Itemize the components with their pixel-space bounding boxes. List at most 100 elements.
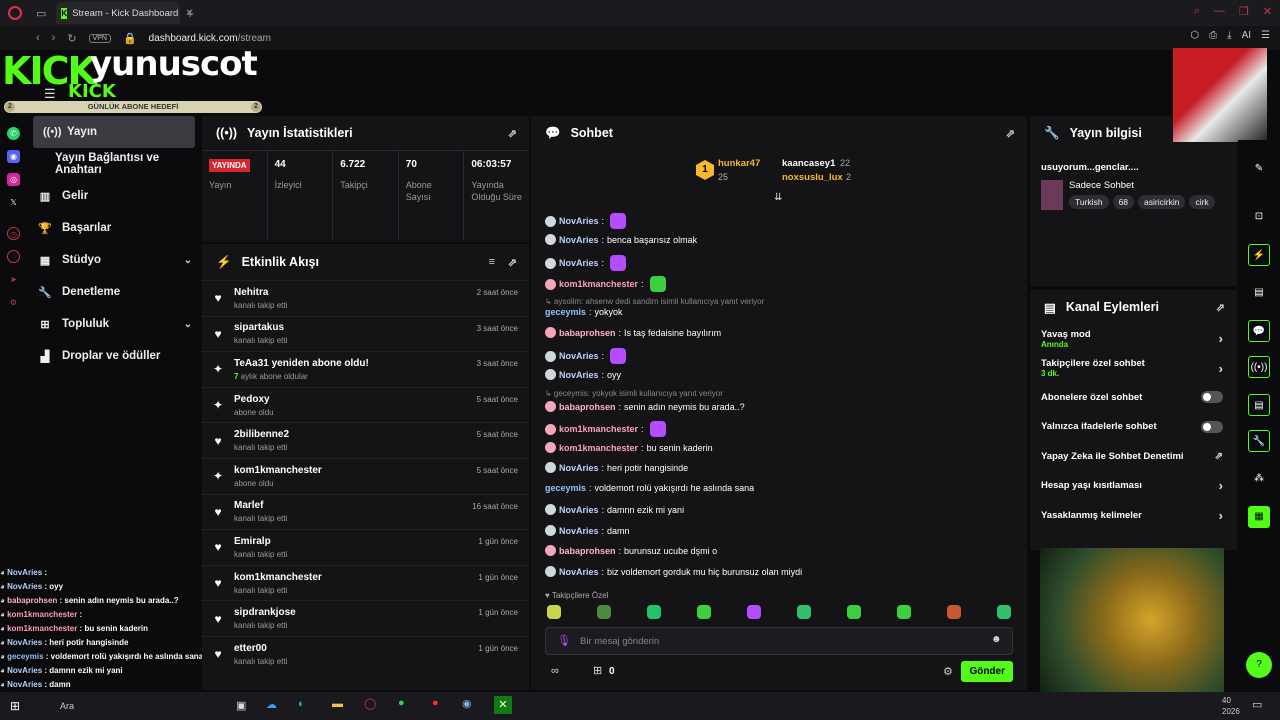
- popout-icon[interactable]: ⇗: [508, 256, 517, 269]
- stream-tag[interactable]: cirk: [1189, 195, 1215, 209]
- speed-dial-icon[interactable]: ◌: [7, 250, 20, 263]
- activity-item[interactable]: ♥ etter00 kanalı takip etti 1 gün önce: [202, 635, 529, 672]
- emote-picker-icon[interactable]: [547, 605, 561, 619]
- chevron-down-icon[interactable]: ⌄: [184, 319, 192, 330]
- cloud-app-icon[interactable]: ☁: [266, 698, 277, 711]
- chevron-down-icon[interactable]: ⌄: [184, 255, 192, 266]
- reload-icon[interactable]: ↻: [67, 32, 76, 45]
- back-icon[interactable]: ‹: [36, 32, 40, 44]
- popout-icon[interactable]: ⇗: [1216, 301, 1225, 314]
- gift-icon[interactable]: ⊞: [593, 664, 602, 677]
- browser-tab[interactable]: K Stream - Kick Dashboard ✕: [56, 2, 194, 24]
- spotify-icon[interactable]: ●: [398, 697, 405, 709]
- chat-username[interactable]: NovAries: [559, 370, 599, 380]
- chat-username[interactable]: NovAries: [559, 505, 599, 515]
- actions-tool-icon[interactable]: ▤: [1248, 394, 1270, 416]
- activity-item[interactable]: ✦ kom1kmanchester abone oldu 5 saat önce: [202, 457, 529, 494]
- edit-icon[interactable]: ✎: [1248, 158, 1270, 180]
- maximize-icon[interactable]: ❐: [1239, 5, 1249, 18]
- discord-icon[interactable]: ◉: [7, 150, 20, 163]
- chat-username[interactable]: NovAries: [559, 216, 599, 226]
- chat-username[interactable]: kom1kmanchester: [559, 443, 638, 453]
- whatsapp-icon[interactable]: ✆: [7, 127, 20, 140]
- chat-username[interactable]: babaprohsen: [559, 546, 616, 556]
- popout-icon[interactable]: ⇗: [508, 127, 517, 140]
- chat-username[interactable]: babaprohsen: [559, 402, 616, 412]
- activity-item[interactable]: ♥ 2bilibenne2 kanalı takip etti 5 saat önce: [202, 422, 529, 458]
- channel-action[interactable]: Yalnızca ifadelerle sohbet: [1030, 412, 1237, 441]
- chat-username[interactable]: NovAries: [559, 567, 599, 577]
- nav-item-studio[interactable]: ▦ Stüdyo ⌄: [28, 244, 200, 276]
- emote-picker-icon[interactable]: [647, 605, 661, 619]
- gifter-name[interactable]: kaancasey1: [782, 158, 835, 169]
- notes-icon[interactable]: ▤: [1248, 282, 1270, 304]
- explorer-icon[interactable]: ▬: [332, 698, 343, 710]
- stream-tag[interactable]: 68: [1112, 195, 1135, 209]
- broadcast-tool-icon[interactable]: ((•)): [1248, 356, 1270, 378]
- opera-taskbar-icon[interactable]: ◯: [364, 697, 376, 710]
- edge-icon[interactable]: ◐: [298, 698, 305, 710]
- chat-input[interactable]: Bir mesaj gönderin: [545, 627, 1013, 655]
- chat-username[interactable]: babaprohsen: [559, 328, 616, 338]
- wrench-tool-icon[interactable]: 🔧: [1248, 430, 1270, 452]
- steam-icon[interactable]: ◉: [462, 697, 472, 710]
- nav-item-revenue[interactable]: ▥ Gelir: [28, 180, 200, 212]
- category-name[interactable]: Sadece Sohbet: [1069, 180, 1134, 191]
- screenshot-icon[interactable]: ⊡: [1248, 206, 1270, 228]
- emote-picker-icon[interactable]: [947, 605, 961, 619]
- stream-tag[interactable]: asiricirkin: [1138, 195, 1186, 209]
- new-tab-icon[interactable]: +: [186, 6, 194, 21]
- chat-username[interactable]: geceymis: [545, 307, 586, 317]
- emote-picker-icon[interactable]: [797, 605, 811, 619]
- nav-item-stream[interactable]: ((•)) Yayın: [33, 116, 195, 148]
- chat-username[interactable]: kom1kmanchester: [559, 424, 638, 434]
- search-icon[interactable]: ⌕: [1194, 5, 1200, 18]
- chat-icon[interactable]: 💬: [1248, 320, 1270, 342]
- chat-settings-icon[interactable]: ⚙: [943, 665, 953, 678]
- x-icon[interactable]: 𝕏: [7, 196, 20, 209]
- notifications-icon[interactable]: ▭: [1252, 698, 1262, 711]
- history-icon[interactable]: ◷: [7, 227, 20, 240]
- channel-action[interactable]: Hesap yaşı kısıtlaması ›: [1030, 471, 1237, 500]
- vpn-badge[interactable]: VPN: [88, 33, 111, 43]
- flow-icon[interactable]: ➤: [7, 273, 20, 286]
- nav-item-achievements[interactable]: 🏆 Başarılar: [28, 212, 200, 244]
- minimize-icon[interactable]: —: [1214, 5, 1225, 18]
- emote-picker-icon[interactable]: [897, 605, 911, 619]
- emote-picker-icon[interactable]: [847, 605, 861, 619]
- activity-item[interactable]: ♥ Emiralp kanalı takip etti 1 gün önce: [202, 529, 529, 565]
- close-window-icon[interactable]: ✕: [1263, 5, 1272, 18]
- chevron-right-icon[interactable]: ›: [1219, 361, 1223, 376]
- gifter-name[interactable]: noxsuslu_lux: [782, 172, 843, 183]
- emote-picker-icon[interactable]: [597, 605, 611, 619]
- nav-item-community[interactable]: ⊞ Topluluk ⌄: [28, 308, 200, 340]
- channel-action[interactable]: Abonelere özel sohbet: [1030, 383, 1237, 412]
- opera-logo-icon[interactable]: [8, 6, 22, 20]
- activity-item[interactable]: ♥ kom1kmanchester kanalı takip etti 1 gün ö…: [202, 564, 529, 601]
- url-field[interactable]: dashboard.kick.com/stream: [149, 33, 271, 44]
- category-thumbnail[interactable]: [1041, 180, 1063, 210]
- extensions-icon[interactable]: ⬡: [1190, 30, 1199, 41]
- download-icon[interactable]: ⤓: [1227, 30, 1231, 41]
- activity-bolt-icon[interactable]: ⚡: [1248, 244, 1270, 266]
- menu-icon[interactable]: ☰: [1261, 30, 1270, 41]
- chat-username[interactable]: NovAries: [559, 526, 599, 536]
- activity-item[interactable]: ✦ Pedoxy abone oldu 5 saat önce: [202, 386, 529, 423]
- taskbar-search[interactable]: Ara: [60, 701, 74, 711]
- stream-tag[interactable]: Turkish: [1069, 195, 1109, 209]
- nav-item-stream-key[interactable]: Yayın Bağlantısı ve Anahtarı: [28, 148, 200, 180]
- points-icon[interactable]: ∞: [551, 665, 559, 677]
- channel-action[interactable]: Takipçilere özel sohbet 3 dk. ›: [1030, 353, 1237, 382]
- tab-menu-icon[interactable]: ▭: [36, 7, 46, 20]
- toggle-switch[interactable]: [1201, 391, 1223, 404]
- channel-action[interactable]: Yapay Zeka ile Sohbet Denetimi ⇗: [1030, 442, 1237, 471]
- toggle-switch[interactable]: [1201, 420, 1223, 433]
- clapper-icon[interactable]: ▦: [1248, 506, 1270, 528]
- chevron-right-icon[interactable]: ›: [1219, 478, 1223, 493]
- nav-item-drops[interactable]: ▟ Droplar ve ödüller: [28, 340, 200, 372]
- ai-icon[interactable]: AI: [1242, 30, 1251, 41]
- chat-username[interactable]: NovAries: [559, 258, 599, 268]
- popout-icon[interactable]: ⇗: [1006, 127, 1015, 140]
- forward-icon[interactable]: ›: [52, 32, 56, 44]
- gifter-name[interactable]: hunkar47: [718, 158, 760, 169]
